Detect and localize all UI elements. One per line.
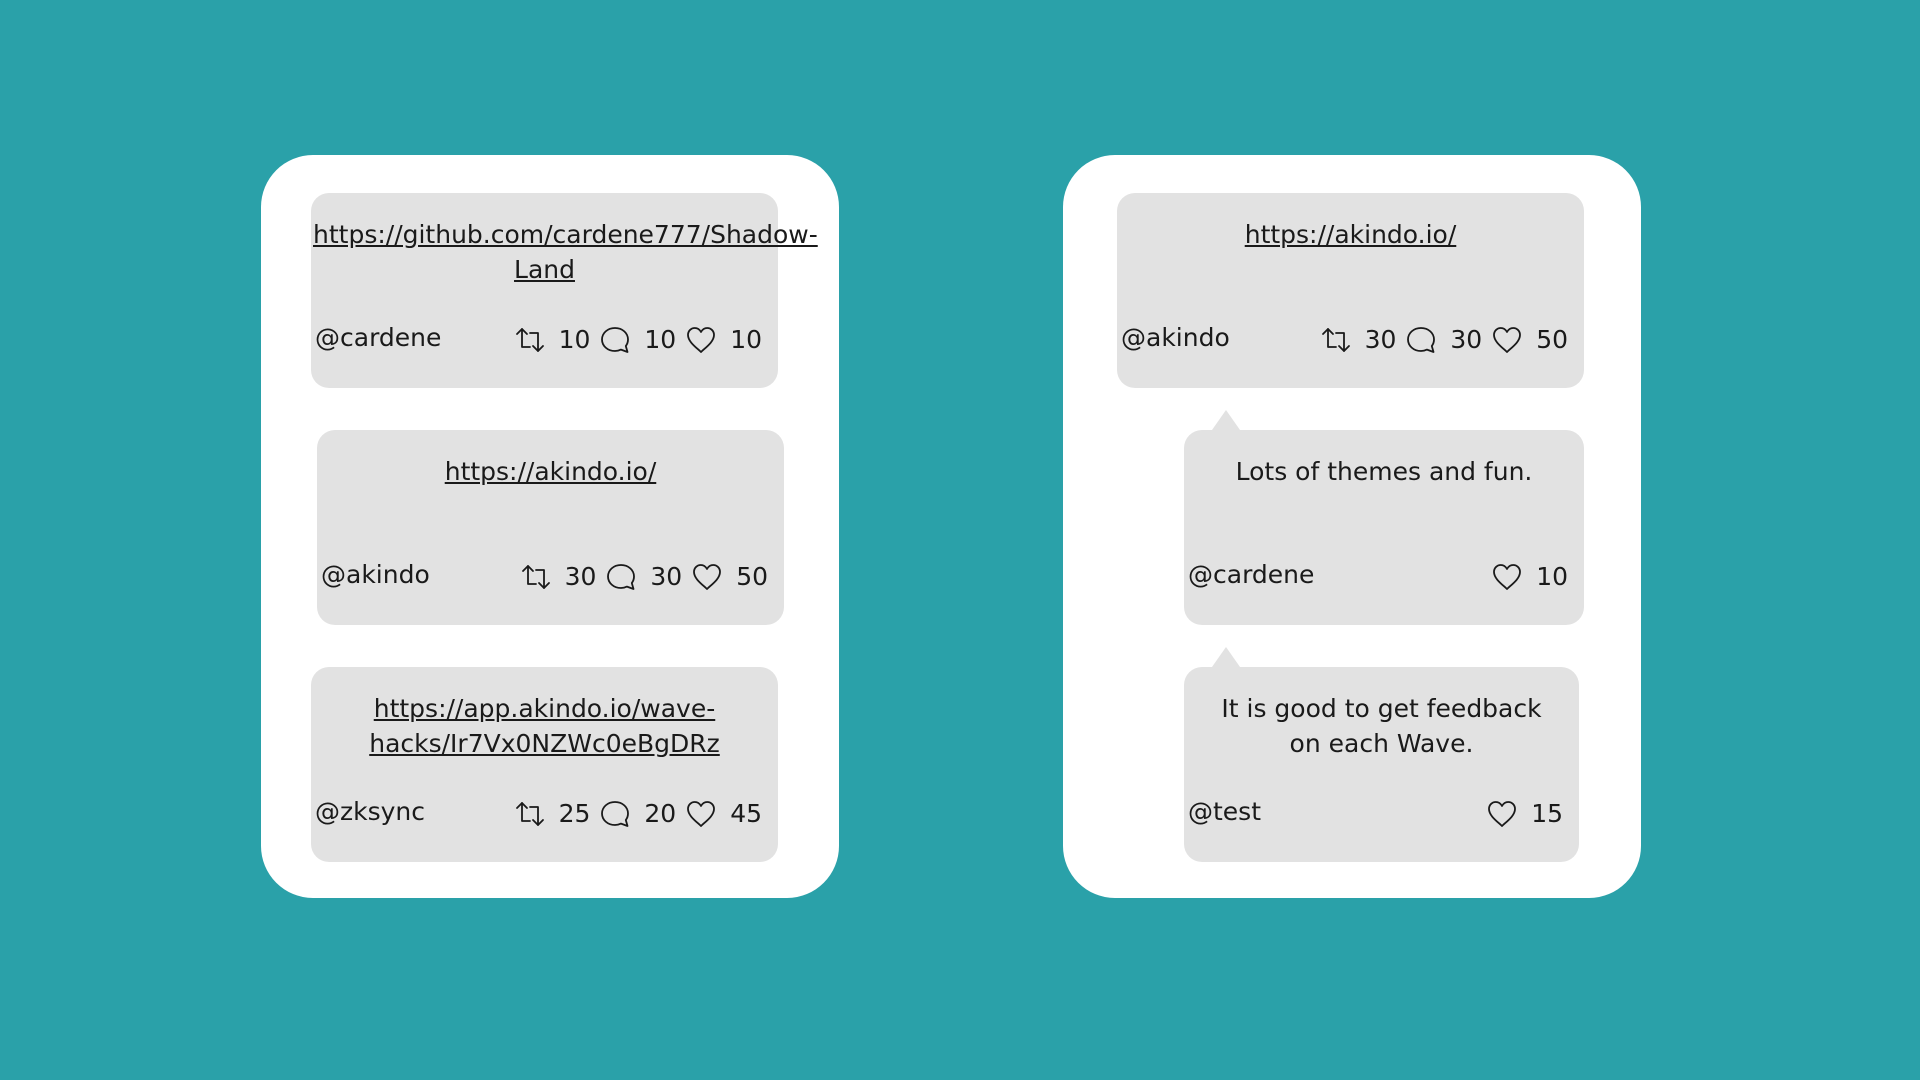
reply-pointer <box>1212 647 1240 667</box>
post-card-2[interactable]: https://akindo.io/ @akindo 30 30 50 <box>317 430 784 625</box>
retweet-icon <box>515 802 544 826</box>
post-stats: 30 30 50 <box>1319 323 1568 357</box>
reply-text: It is good to get feedback on each Wave. <box>1221 694 1542 758</box>
comment-stat[interactable]: 20 <box>598 797 676 831</box>
comment-count: 10 <box>644 325 677 354</box>
like-count: 15 <box>1531 799 1563 828</box>
like-stat[interactable]: 10 <box>1490 560 1568 594</box>
retweet-count: 30 <box>564 562 597 591</box>
comment-icon <box>601 327 630 353</box>
retweet-count: 10 <box>558 325 591 354</box>
reply-handle[interactable]: @test <box>1188 797 1261 827</box>
heart-icon <box>687 327 716 353</box>
right-thread-panel: https://akindo.io/ @akindo 30 30 50 Lots… <box>1063 155 1641 898</box>
reply-handle[interactable]: @cardene <box>1188 560 1314 590</box>
retweet-stat[interactable]: 25 <box>513 797 591 831</box>
post-handle[interactable]: @cardene <box>315 323 441 353</box>
post-stats: 30 30 50 <box>519 560 768 594</box>
post-handle[interactable]: @zksync <box>315 797 425 827</box>
like-stat[interactable]: 15 <box>1485 797 1563 831</box>
like-count: 50 <box>1536 325 1568 354</box>
left-feed-panel: https://github.com/cardene777/Shadow-Lan… <box>261 155 839 898</box>
reply-card-1[interactable]: Lots of themes and fun. @cardene 10 <box>1184 410 1584 625</box>
like-count: 45 <box>730 799 762 828</box>
retweet-stat[interactable]: 10 <box>513 323 591 357</box>
heart-icon <box>687 801 716 827</box>
post-link[interactable]: https://akindo.io/ <box>1117 217 1584 252</box>
reply-stats: 10 <box>1490 560 1568 594</box>
retweet-icon <box>1321 328 1350 352</box>
retweet-icon <box>521 565 550 589</box>
post-stats: 25 20 45 <box>513 797 762 831</box>
like-stat[interactable]: 50 <box>1490 323 1568 357</box>
post-card-1[interactable]: https://github.com/cardene777/Shadow-Lan… <box>311 193 818 388</box>
comment-count: 20 <box>644 799 677 828</box>
reply-card-2[interactable]: It is good to get feedback on each Wave.… <box>1184 647 1579 862</box>
post-link[interactable]: https://akindo.io/ <box>317 454 784 489</box>
comment-count: 30 <box>1450 325 1483 354</box>
reply-pointer <box>1212 410 1240 430</box>
comment-stat[interactable]: 30 <box>1404 323 1482 357</box>
like-stat[interactable]: 50 <box>690 560 768 594</box>
comment-icon <box>601 801 630 827</box>
post-stats: 10 10 10 <box>513 323 762 357</box>
comment-icon <box>607 564 636 590</box>
like-stat[interactable]: 10 <box>684 323 762 357</box>
like-stat[interactable]: 45 <box>684 797 762 831</box>
post-link[interactable]: https://app.akindo.io/wave-hacks/Ir7Vx0N… <box>311 691 778 761</box>
retweet-stat[interactable]: 30 <box>519 560 597 594</box>
reply-text: Lots of themes and fun. <box>1235 457 1533 486</box>
retweet-stat[interactable]: 30 <box>1319 323 1397 357</box>
retweet-count: 25 <box>558 799 591 828</box>
heart-icon <box>1493 327 1522 353</box>
post-card-3[interactable]: https://app.akindo.io/wave-hacks/Ir7Vx0N… <box>311 667 778 862</box>
like-count: 50 <box>736 562 768 591</box>
post-link[interactable]: https://github.com/cardene777/Shadow-Lan… <box>311 217 818 287</box>
like-count: 10 <box>730 325 762 354</box>
comment-icon <box>1407 327 1436 353</box>
post-handle[interactable]: @akindo <box>321 560 430 590</box>
heart-icon <box>1488 801 1517 827</box>
retweet-icon <box>515 328 544 352</box>
heart-icon <box>693 564 722 590</box>
heart-icon <box>1493 564 1522 590</box>
retweet-count: 30 <box>1364 325 1397 354</box>
post-handle[interactable]: @akindo <box>1121 323 1230 353</box>
comment-stat[interactable]: 10 <box>598 323 676 357</box>
reply-stats: 15 <box>1485 797 1563 831</box>
comment-stat[interactable]: 30 <box>604 560 682 594</box>
comment-count: 30 <box>650 562 683 591</box>
like-count: 10 <box>1536 562 1568 591</box>
thread-post-card[interactable]: https://akindo.io/ @akindo 30 30 50 <box>1117 193 1584 388</box>
